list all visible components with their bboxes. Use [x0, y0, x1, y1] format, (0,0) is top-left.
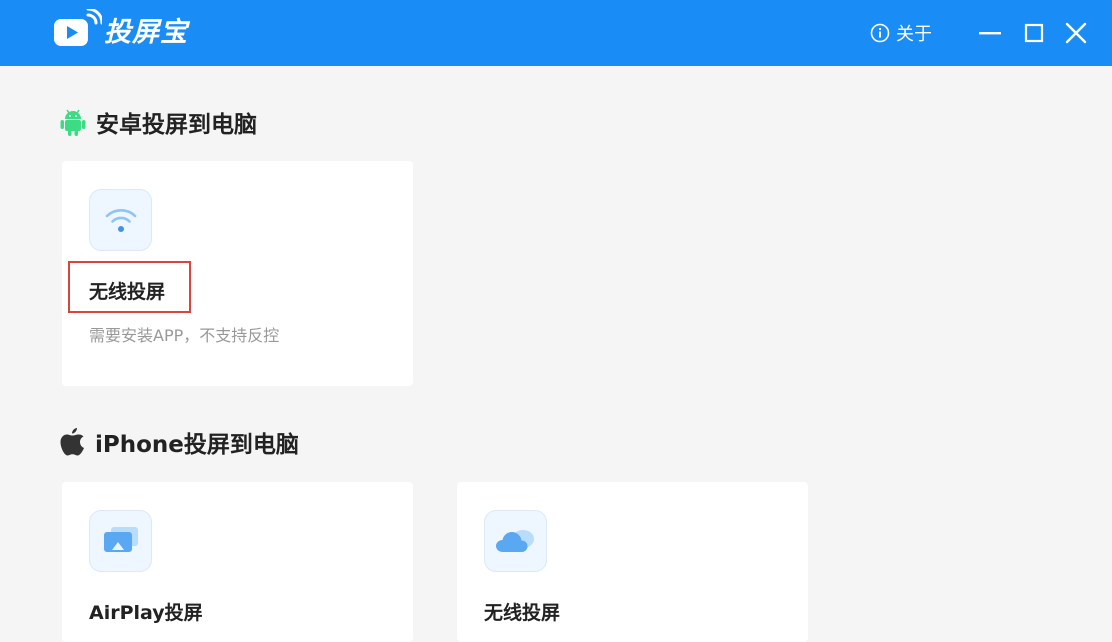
iphone-section-title: iPhone投屏到电脑 [60, 424, 299, 460]
card-title: 无线投屏 [89, 281, 166, 303]
wifi-icon [105, 209, 136, 232]
airplay-icon [103, 527, 138, 552]
maximize-icon [1024, 23, 1044, 43]
android-section-title: 安卓投屏到电脑 [60, 104, 257, 140]
section-title-text: iPhone投屏到电脑 [95, 432, 299, 458]
maximize-button[interactable] [1019, 18, 1049, 48]
app-logo: 投屏宝 [52, 7, 188, 51]
minimize-icon [979, 32, 1001, 35]
apple-icon [60, 428, 84, 456]
android-wireless-card[interactable]: 无线投屏 需要安装APP，不支持反控 [62, 161, 413, 386]
card-title: 无线投屏 [484, 602, 561, 624]
app-title: 投屏宝 [104, 16, 188, 48]
about-label: 关于 [896, 24, 932, 45]
info-icon [870, 23, 890, 43]
card-description: 需要安装APP，不支持反控 [89, 326, 280, 345]
title-bar: 投屏宝 关于 [0, 0, 1112, 66]
android-icon [60, 109, 86, 136]
cloud-icon-tile [484, 510, 547, 572]
wifi-icon-tile [89, 189, 152, 251]
card-title: AirPlay投屏 [89, 602, 203, 624]
iphone-wireless-card[interactable]: 无线投屏 [457, 482, 808, 642]
minimize-button[interactable] [975, 18, 1005, 48]
close-icon [1065, 22, 1087, 44]
section-title-text: 安卓投屏到电脑 [96, 112, 257, 138]
close-button[interactable] [1061, 18, 1091, 48]
cloud-icon [495, 530, 534, 552]
cast-logo-icon [52, 7, 104, 49]
airplay-card[interactable]: AirPlay投屏 [62, 482, 413, 642]
airplay-icon-tile [89, 510, 152, 572]
about-button[interactable]: 关于 [870, 20, 932, 46]
